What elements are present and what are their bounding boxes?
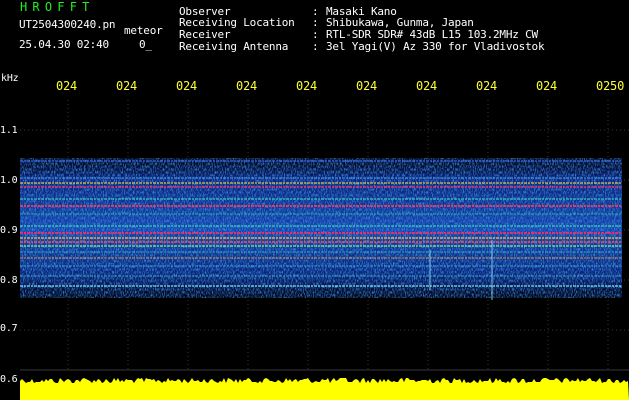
x-tick-label: 024	[356, 80, 378, 92]
y-tick-label: 0.6	[0, 374, 18, 385]
y-tick-label: 1.1	[0, 125, 18, 136]
x-tick-label: 0250	[596, 80, 625, 92]
x-tick-label: 024	[476, 80, 498, 92]
meteor-count: 0_	[139, 38, 152, 51]
spectrogram-plot	[20, 100, 629, 400]
x-tick-label: 024	[296, 80, 318, 92]
noise-level-fill	[20, 378, 629, 400]
signal-noise-texture	[20, 158, 622, 298]
x-tick-label: 024	[416, 80, 438, 92]
x-tick-label: 024	[176, 80, 198, 92]
y-tick-label: 0.7	[0, 323, 18, 334]
x-tick-label: 024	[56, 80, 78, 92]
noise-level-bar	[20, 378, 629, 400]
y-tick-label: 0.9	[0, 225, 18, 236]
image-filename: UT2504300240.pn	[19, 18, 116, 31]
x-tick-label: 024	[236, 80, 258, 92]
x-tick-label: 024	[536, 80, 558, 92]
y-tick-label: 1.0	[0, 175, 18, 186]
info-value-antenna: 3el Yagi(V) Az 330 for Vladivostok	[326, 40, 545, 53]
meteor-label: meteor	[124, 24, 163, 37]
observation-datetime: 25.04.30 02:40	[19, 38, 109, 51]
info-separator: :	[312, 40, 319, 53]
y-tick-label: 0.8	[0, 275, 18, 286]
y-axis-unit: kHz	[1, 73, 19, 84]
info-label-antenna: Receiving Antenna	[179, 40, 289, 53]
x-tick-label: 024	[116, 80, 138, 92]
app-logo: HROFFT	[20, 0, 95, 14]
